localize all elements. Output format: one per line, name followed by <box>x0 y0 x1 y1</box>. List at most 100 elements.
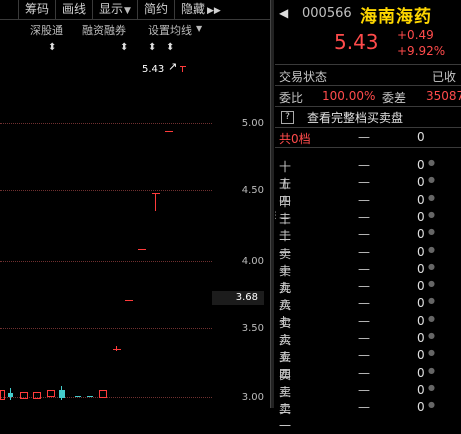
order-level-label: 卖一 <box>279 402 292 433</box>
candle <box>20 392 28 399</box>
candle <box>0 390 5 400</box>
order-qty: 0 <box>417 366 425 380</box>
toolbar-draw-line-button[interactable]: 画线 <box>56 0 94 19</box>
toolbar-display-button[interactable]: 显示▼ <box>93 0 138 19</box>
order-price: — <box>358 400 370 414</box>
candle <box>116 346 117 351</box>
candle <box>47 390 55 397</box>
order-qty: 0 <box>417 279 425 293</box>
order-price: — <box>358 175 370 189</box>
status-dot-icon: ● <box>428 262 435 271</box>
order-qty: 0 <box>417 227 425 241</box>
margin-trading-option[interactable]: 融资融券 <box>82 22 126 38</box>
status-dot-icon: ● <box>428 314 435 323</box>
status-dot-icon: ● <box>428 227 435 236</box>
order-price: — <box>358 262 370 276</box>
last-price: 5.43 <box>334 30 379 54</box>
pointer-arrow-icon: ↗ <box>168 60 178 73</box>
chevron-down-icon: ▼ <box>196 24 203 33</box>
gridline <box>0 261 212 262</box>
toolbar-hide-label: 隐藏 <box>180 2 205 16</box>
weibi-value: 100.00% <box>322 89 376 103</box>
axis-label: 4.00 <box>241 256 264 267</box>
divider <box>275 85 461 86</box>
marker-arrow-icon: ⬍ <box>166 42 175 53</box>
total-qty: 0 <box>417 130 425 144</box>
candle <box>59 390 65 398</box>
ma-settings-option[interactable]: 设置均线 <box>148 22 192 38</box>
candle <box>180 66 186 67</box>
order-qty: 0 <box>417 348 425 362</box>
marker-arrow-icon: ⬍ <box>148 42 157 53</box>
candles-group <box>0 386 110 408</box>
status-dot-icon: ● <box>428 383 435 392</box>
status-dot-icon: ● <box>428 366 435 375</box>
order-qty: 0 <box>417 296 425 310</box>
divider <box>275 127 461 128</box>
order-qty: 0 <box>417 175 425 189</box>
stock-name: 海南海药 <box>360 7 432 27</box>
price-change: +0.49 <box>397 28 434 42</box>
marker-arrow-icon: ⬍ <box>48 42 57 53</box>
status-dot-icon: ● <box>428 279 435 288</box>
status-dot-icon: ● <box>428 348 435 357</box>
order-price: — <box>358 366 370 380</box>
order-price: — <box>358 383 370 397</box>
status-value: 已收 <box>432 70 457 84</box>
toolbar-chips-button[interactable]: 筹码 <box>19 0 57 19</box>
order-price: — <box>358 296 370 310</box>
candle <box>87 396 93 397</box>
order-qty: 0 <box>417 383 425 397</box>
chevron-down-icon: ▼ <box>124 6 131 16</box>
toolbar-simple-button[interactable]: 简约 <box>138 0 175 19</box>
candle <box>125 300 133 301</box>
order-price: — <box>358 331 370 345</box>
divider <box>275 147 461 148</box>
candle <box>99 390 107 398</box>
axis-label: 3.50 <box>241 323 264 334</box>
order-qty: 0 <box>417 314 425 328</box>
candle <box>152 193 160 194</box>
status-dot-icon: ● <box>428 193 435 202</box>
order-qty: 0 <box>417 193 425 207</box>
status-dot-icon: ● <box>428 210 435 219</box>
current-price-tag: 3.68 <box>212 291 264 305</box>
panel-splitter[interactable]: ⋮ <box>270 0 280 408</box>
candle <box>8 393 13 397</box>
toolbar-cut-button[interactable] <box>0 0 19 19</box>
candle <box>33 392 41 399</box>
status-label: 交易状态 <box>279 70 328 84</box>
order-qty: 0 <box>417 245 425 259</box>
marker-arrow-icon: ⬍ <box>120 42 129 53</box>
divider <box>275 106 461 107</box>
price-chart[interactable] <box>0 20 270 408</box>
order-price: — <box>358 245 370 259</box>
status-dot-icon: ● <box>428 158 435 167</box>
help-icon[interactable]: ? <box>281 111 294 124</box>
axis-label: 5.00 <box>241 118 264 129</box>
toolbar-display-label: 显示 <box>99 2 124 16</box>
toolbar-hide-button[interactable]: 隐藏 ▶▶ <box>175 0 223 19</box>
chart-toolbar: 筹码 画线 显示▼ 简约 隐藏 ▶▶ <box>0 0 270 20</box>
total-levels-label: 共0档 <box>279 132 311 146</box>
weibi-label: 委比 <box>279 91 304 105</box>
candle <box>182 66 183 72</box>
gridline <box>0 123 212 124</box>
order-qty: 0 <box>417 262 425 276</box>
order-qty: 0 <box>417 400 425 414</box>
double-chevron-right-icon: ▶▶ <box>207 6 221 16</box>
order-qty: 0 <box>417 331 425 345</box>
back-arrow-icon[interactable]: ◀ <box>279 6 288 20</box>
weicha-label: 委差 <box>382 91 407 105</box>
status-dot-icon: ● <box>428 175 435 184</box>
candle <box>138 249 146 250</box>
axis-label: 3.00 <box>241 392 264 403</box>
order-price: — <box>358 279 370 293</box>
status-dot-icon: ● <box>428 296 435 305</box>
candle <box>155 193 156 211</box>
full-order-book-button[interactable]: 查看完整档买卖盘 <box>307 109 403 126</box>
last-price-label: 5.43 <box>142 64 165 75</box>
order-price: — <box>358 193 370 207</box>
stock-code: 000566 <box>302 6 352 21</box>
hk-connect-option[interactable]: 深股通 <box>30 22 63 38</box>
